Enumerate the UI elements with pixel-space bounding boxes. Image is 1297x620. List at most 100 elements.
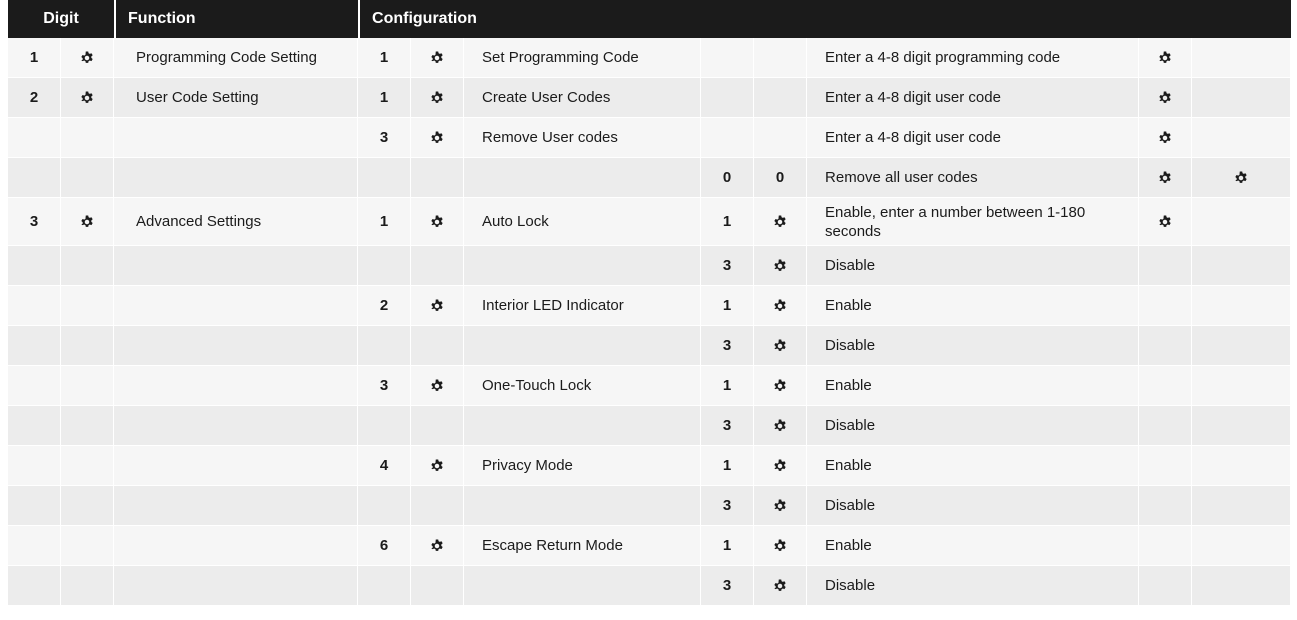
- confirm-gear-cell: [1139, 38, 1193, 78]
- digit-code: 3: [8, 198, 61, 246]
- table-body: 1 Programming Code Setting 1 Set Program…: [8, 38, 1292, 606]
- config-name: [464, 158, 702, 198]
- config-name: Privacy Mode: [464, 446, 702, 486]
- config-gear-cell: [411, 486, 465, 526]
- header-configuration: Configuration: [358, 0, 1193, 38]
- table-row: 4 Privacy Mode 1 Enable: [8, 446, 1292, 486]
- gear-icon: [773, 579, 787, 593]
- final-gear-cell: [1192, 246, 1292, 286]
- config-code: 6: [358, 526, 412, 566]
- option-code: [701, 118, 755, 158]
- confirm-gear-cell: [1139, 366, 1193, 406]
- table-row: 6 Escape Return Mode 1 Enable: [8, 526, 1292, 566]
- digit-gear-cell: [61, 366, 115, 406]
- digit-gear-cell: [61, 486, 115, 526]
- config-code: 2: [358, 286, 412, 326]
- function-name: [114, 406, 359, 446]
- final-gear-cell: [1192, 486, 1292, 526]
- gear-icon: [430, 379, 444, 393]
- gear-icon: [430, 539, 444, 553]
- gear-icon: [1158, 215, 1172, 229]
- config-code: 1: [358, 38, 412, 78]
- table-row: 3 Disable: [8, 326, 1292, 366]
- digit-gear-cell: [61, 38, 115, 78]
- config-code: 1: [358, 198, 412, 246]
- header-function: Function: [114, 0, 359, 38]
- config-gear-cell: [411, 198, 465, 246]
- final-gear-cell: [1192, 38, 1292, 78]
- config-gear-cell: [411, 366, 465, 406]
- config-gear-cell: [411, 158, 465, 198]
- config-name: Interior LED Indicator: [464, 286, 702, 326]
- config-gear-cell: [411, 246, 465, 286]
- digit-code: [8, 286, 61, 326]
- option-description: Disable: [807, 566, 1140, 606]
- config-name: Remove User codes: [464, 118, 702, 158]
- gear-icon: [773, 419, 787, 433]
- confirm-gear-cell: [1139, 446, 1193, 486]
- digit-code: [8, 366, 61, 406]
- option-gear-cell: [754, 118, 808, 158]
- gear-icon: [430, 299, 444, 313]
- digit-gear-cell: [61, 118, 115, 158]
- digit-code: [8, 486, 61, 526]
- table-row: 3 Disable: [8, 566, 1292, 606]
- config-name: [464, 246, 702, 286]
- digit-gear-cell: [61, 566, 115, 606]
- digit-gear-cell: [61, 406, 115, 446]
- config-code: 4: [358, 446, 412, 486]
- option-code: 3: [701, 326, 755, 366]
- digit-code: [8, 566, 61, 606]
- config-code: [358, 486, 412, 526]
- gear-icon: [773, 459, 787, 473]
- config-code: [358, 246, 412, 286]
- config-code: 3: [358, 118, 412, 158]
- config-code: [358, 158, 412, 198]
- confirm-gear-cell: [1139, 118, 1193, 158]
- gear-icon: [773, 215, 787, 229]
- config-name: [464, 486, 702, 526]
- gear-icon: [773, 339, 787, 353]
- config-code: 3: [358, 366, 412, 406]
- programming-table-page: Digit Function Configuration 1 Programmi…: [0, 0, 1297, 620]
- function-name: [114, 158, 359, 198]
- final-gear-cell: [1192, 286, 1292, 326]
- digit-code: 1: [8, 38, 61, 78]
- confirm-gear-cell: [1139, 566, 1193, 606]
- confirm-gear-cell: [1139, 486, 1193, 526]
- table-row: 1 Programming Code Setting 1 Set Program…: [8, 38, 1292, 78]
- header-filler: [1192, 0, 1292, 38]
- option-gear-cell: [754, 446, 808, 486]
- gear-icon: [80, 91, 94, 105]
- config-name: [464, 326, 702, 366]
- function-name: [114, 118, 359, 158]
- function-name: [114, 366, 359, 406]
- final-gear-cell: [1192, 198, 1292, 246]
- final-gear-cell: [1192, 526, 1292, 566]
- config-name: Auto Lock: [464, 198, 702, 246]
- confirm-gear-cell: [1139, 246, 1193, 286]
- confirm-gear-cell: [1139, 286, 1193, 326]
- digit-gear-cell: [61, 526, 115, 566]
- option-code: 1: [701, 446, 755, 486]
- confirm-gear-cell: [1139, 78, 1193, 118]
- option-code: 3: [701, 486, 755, 526]
- option-description: Enable: [807, 446, 1140, 486]
- config-gear-cell: [411, 406, 465, 446]
- table-row: 3 Disable: [8, 246, 1292, 286]
- digit-gear-cell: [61, 78, 115, 118]
- gear-icon: [430, 459, 444, 473]
- gear-icon: [773, 539, 787, 553]
- digit-gear-cell: [61, 246, 115, 286]
- digit-code: [8, 326, 61, 366]
- config-gear-cell: [411, 38, 465, 78]
- config-gear-cell: [411, 286, 465, 326]
- digit-code: [8, 246, 61, 286]
- table-row: 0 0 Remove all user codes: [8, 158, 1292, 198]
- table-row: 3 Disable: [8, 406, 1292, 446]
- config-code: [358, 326, 412, 366]
- gear-icon: [773, 499, 787, 513]
- option-code: 0: [701, 158, 755, 198]
- table-row: 3 Advanced Settings 1 Auto Lock 1 Enable…: [8, 198, 1292, 246]
- option-gear-cell: [754, 486, 808, 526]
